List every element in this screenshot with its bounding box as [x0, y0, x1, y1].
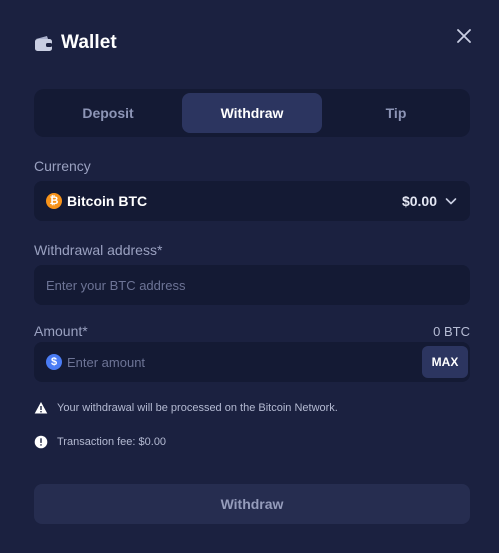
max-button[interactable]: MAX — [422, 346, 468, 378]
currency-name: Bitcoin BTC — [67, 193, 148, 209]
amount-label: Amount* — [34, 323, 88, 339]
alert-circle-icon — [34, 435, 48, 449]
withdrawal-address-label: Withdrawal address* — [34, 242, 163, 258]
withdraw-button[interactable]: Withdraw — [34, 484, 470, 524]
chevron-down-icon — [445, 198, 457, 205]
amount-field: $ MAX — [34, 342, 470, 382]
modal-title: Wallet — [61, 32, 117, 53]
withdrawal-address-input[interactable] — [46, 265, 458, 305]
close-icon — [457, 29, 471, 43]
dollar-icon: $ — [46, 354, 62, 370]
tab-tip[interactable]: Tip — [326, 93, 466, 133]
network-notice-text: Your withdrawal will be processed on the… — [57, 402, 338, 414]
amount-input[interactable] — [67, 342, 422, 382]
fee-notice: Transaction fee: $0.00 — [34, 435, 166, 449]
withdrawal-address-field — [34, 265, 470, 305]
network-notice: Your withdrawal will be processed on the… — [34, 401, 338, 415]
wallet-tabs: Deposit Withdraw Tip — [34, 89, 470, 137]
currency-select[interactable]: ₿ Bitcoin BTC $0.00 — [34, 181, 470, 221]
wallet-icon — [35, 35, 52, 51]
tab-deposit[interactable]: Deposit — [38, 93, 178, 133]
currency-label: Currency — [34, 158, 91, 174]
modal-header: Wallet — [34, 32, 117, 54]
bitcoin-icon: ₿ — [46, 193, 62, 209]
warning-icon — [34, 402, 48, 414]
tab-withdraw[interactable]: Withdraw — [182, 93, 322, 133]
currency-balance: $0.00 — [401, 193, 437, 209]
amount-balance: 0 BTC — [433, 324, 470, 339]
wallet-modal: Wallet Deposit Withdraw Tip Currency ₿ B… — [0, 0, 499, 553]
close-button[interactable] — [454, 26, 474, 46]
fee-notice-text: Transaction fee: $0.00 — [57, 436, 167, 448]
